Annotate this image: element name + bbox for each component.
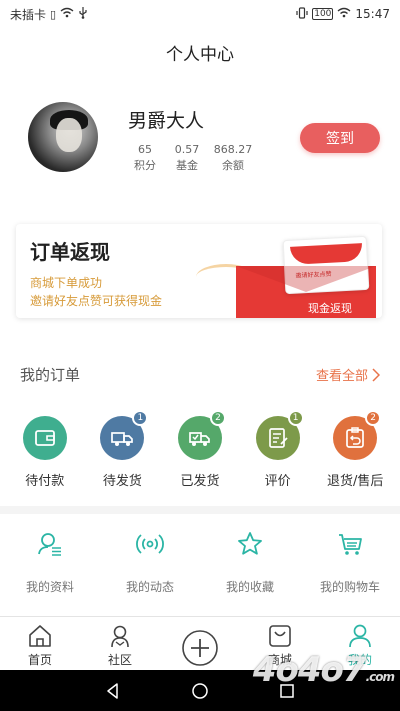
cart-icon xyxy=(339,534,362,555)
tab-publish[interactable] xyxy=(165,617,235,667)
banner-title: 订单返现 xyxy=(30,240,110,264)
stat-points[interactable]: 65 积分 xyxy=(124,142,166,174)
avatar[interactable] xyxy=(28,102,98,172)
banner-line-1: 商城下单成功 xyxy=(30,276,103,290)
tool-my-cart[interactable]: 我的购物车 xyxy=(305,530,395,595)
order-shipped[interactable]: 2 已发货 xyxy=(162,410,238,489)
stat-label: 积分 xyxy=(134,159,156,172)
order-pending-shipment[interactable]: 1 待发货 xyxy=(84,410,160,489)
stat-label: 余额 xyxy=(222,159,244,172)
sim-icon: ▯ xyxy=(50,7,57,21)
shop-bag-icon xyxy=(269,625,291,647)
tool-my-profile[interactable]: 我的资料 xyxy=(5,530,95,595)
order-badge: 1 xyxy=(287,410,304,426)
stat-value: 65 xyxy=(138,143,152,156)
clock: 15:47 xyxy=(355,7,390,21)
tool-label: 我的动态 xyxy=(125,580,174,594)
tab-home[interactable]: 首页 xyxy=(5,617,75,668)
chevron-right-icon xyxy=(372,367,380,382)
order-label: 评价 xyxy=(264,474,291,489)
cashback-banner[interactable]: 订单返现 商城下单成功 邀请好友点赞可获得现金 邀请好友点赞 现金返现 xyxy=(16,224,382,318)
envelope-label: 现金返现 xyxy=(308,302,352,315)
edit-document-icon: 1 xyxy=(255,410,304,460)
tool-label: 我的收藏 xyxy=(225,580,274,594)
red-envelope-illustration: 邀请好友点赞 现金返现 xyxy=(236,235,376,318)
order-review[interactable]: 1 评价 xyxy=(240,410,316,489)
tab-community[interactable]: 社区 xyxy=(85,617,155,668)
tab-label: 社区 xyxy=(107,653,132,667)
wallet-icon xyxy=(22,416,67,460)
order-badge: 2 xyxy=(209,410,226,426)
usb-icon xyxy=(78,6,88,22)
view-all-orders-link[interactable]: 查看全部 xyxy=(316,365,380,384)
person-icon xyxy=(349,624,371,648)
stat-value: 868.27 xyxy=(213,143,253,156)
return-icon: 2 xyxy=(333,410,382,460)
back-icon[interactable] xyxy=(104,682,122,700)
tab-label: 首页 xyxy=(27,653,52,667)
orders-header: 我的订单 查看全部 xyxy=(20,364,380,385)
orders-title: 我的订单 xyxy=(20,366,81,384)
tool-my-favorites[interactable]: 我的收藏 xyxy=(205,530,295,595)
broadcast-icon xyxy=(136,534,164,554)
vibrate-icon xyxy=(296,6,308,22)
username: 男爵大人 xyxy=(128,110,205,132)
delivery-truck-icon: 2 xyxy=(177,410,226,460)
profile-stats: 65 积分 0.57 基金 868.27 余额 xyxy=(124,142,258,174)
plus-icon xyxy=(182,630,218,666)
site-watermark: 4o4o7.com xyxy=(252,650,395,690)
order-status-row: 待付款 1 待发货 2 已发货 1 评价 2 退货/售后 xyxy=(0,410,400,489)
tool-label: 我的资料 xyxy=(25,580,74,594)
tool-my-activity[interactable]: 我的动态 xyxy=(105,530,195,595)
community-icon xyxy=(111,625,129,648)
section-divider xyxy=(0,506,400,514)
star-icon xyxy=(238,532,262,555)
home-icon xyxy=(29,625,51,647)
order-badge: 1 xyxy=(132,410,149,426)
home-button-icon[interactable] xyxy=(191,682,209,700)
truck-icon: 1 xyxy=(100,410,149,460)
profile-section: 男爵大人 65 积分 0.57 基金 868.27 余额 签到 xyxy=(24,98,384,178)
stat-label: 基金 xyxy=(176,159,198,172)
stat-fund[interactable]: 0.57 基金 xyxy=(166,142,208,174)
wifi-icon-right xyxy=(337,7,351,21)
carrier-text: 未插卡 xyxy=(10,7,47,22)
profile-icon xyxy=(38,533,61,556)
order-label: 已发货 xyxy=(180,474,220,489)
signin-button[interactable]: 签到 xyxy=(300,123,380,153)
order-pending-payment[interactable]: 待付款 xyxy=(7,416,83,489)
order-label: 待付款 xyxy=(25,474,65,489)
stat-value: 0.57 xyxy=(174,143,200,156)
status-bar: 未插卡 ▯ 100 15:47 xyxy=(0,0,400,28)
order-label: 待发货 xyxy=(102,474,142,489)
stat-balance[interactable]: 868.27 余额 xyxy=(208,142,258,174)
tools-row: 我的资料 我的动态 我的收藏 我的购物车 xyxy=(0,530,400,595)
tool-label: 我的购物车 xyxy=(319,580,380,594)
wifi-icon xyxy=(60,7,74,21)
order-label: 退货/售后 xyxy=(326,474,384,489)
view-all-label: 查看全部 xyxy=(315,369,368,384)
order-returns[interactable]: 2 退货/售后 xyxy=(317,410,393,489)
page-title: 个人中心 xyxy=(166,45,234,65)
battery-icon: 100 xyxy=(312,8,334,20)
banner-line-2: 邀请好友点赞可获得现金 xyxy=(30,294,163,308)
order-badge: 2 xyxy=(365,410,382,426)
